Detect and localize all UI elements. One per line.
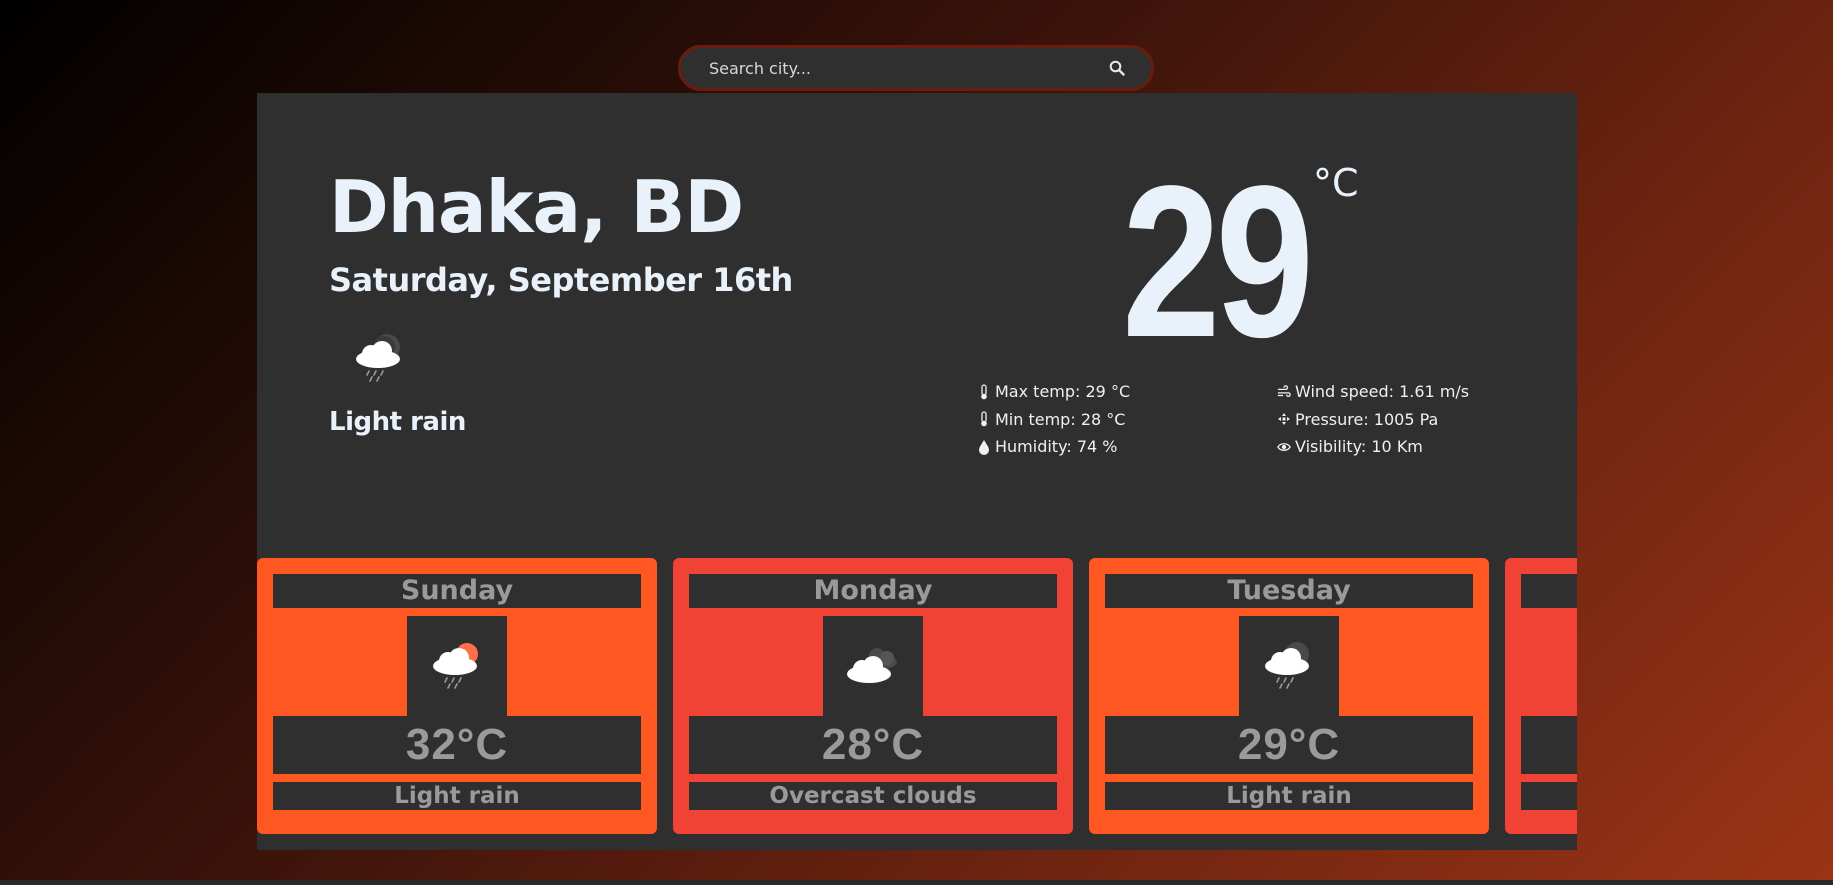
search-bar	[678, 45, 1154, 91]
visibility-stat: Visibility: 10 Km	[1277, 433, 1469, 461]
forecast-day-name	[1521, 574, 1577, 608]
humidity-stat: Humidity: 74 %	[977, 433, 1130, 461]
max-temp-stat: Max temp: 29 °C	[977, 378, 1130, 406]
overcast-clouds-icon	[841, 634, 905, 698]
forecast-day-name: Sunday	[273, 574, 641, 608]
pressure-stat: Pressure: 1005 Pa	[1277, 406, 1469, 434]
forecast-temp	[1521, 716, 1577, 774]
forecast-day-name: Monday	[689, 574, 1057, 608]
stats-right: Wind speed: 1.61 m/s Pressure: 1005 Pa V…	[1277, 378, 1469, 461]
stat-text: Humidity: 74 %	[995, 437, 1118, 457]
forecast-desc	[1521, 782, 1577, 810]
forecast-icon-box	[1239, 616, 1339, 716]
forecast-temp: 32°C	[273, 716, 641, 774]
forecast-desc: Light rain	[273, 782, 641, 810]
cloud-rain-moon-icon	[349, 327, 409, 387]
current-condition: Light rain	[329, 407, 466, 437]
forecast-strip[interactable]: Sunday 32°C Light rain Monday 28°C Overc…	[257, 510, 1577, 850]
stat-text: Wind speed: 1.61 m/s	[1295, 382, 1470, 402]
forecast-card-monday[interactable]: Monday 28°C Overcast clouds	[673, 558, 1073, 834]
cloud-rain-sun-icon	[427, 634, 487, 698]
forecast-icon-box	[407, 616, 507, 716]
city-name: Dhaka, BD	[329, 165, 744, 249]
droplet-icon	[977, 439, 991, 455]
forecast-temp: 29°C	[1105, 716, 1473, 774]
wind-icon	[1277, 384, 1291, 400]
current-date: Saturday, September 16th	[329, 261, 793, 299]
current-weather-card: Dhaka, BD Saturday, September 16th Light…	[257, 93, 1577, 510]
eye-icon	[1277, 439, 1291, 455]
stat-text: Pressure: 1005 Pa	[1295, 409, 1439, 429]
stat-text: Max temp: 29 °C	[995, 382, 1131, 402]
min-temp-stat: Min temp: 28 °C	[977, 406, 1130, 434]
forecast-icon-box	[823, 616, 923, 716]
bottom-strip	[0, 880, 1833, 885]
wind-speed-stat: Wind speed: 1.61 m/s	[1277, 378, 1469, 406]
cloud-rain-moon-icon	[1259, 634, 1319, 698]
thermometer-icon	[977, 384, 991, 400]
search-icon[interactable]	[1105, 56, 1129, 80]
forecast-card-tuesday[interactable]: Tuesday 29°C Light rain	[1089, 558, 1489, 834]
stat-text: Min temp: 28 °C	[995, 409, 1126, 429]
forecast-card-partial[interactable]	[1505, 558, 1577, 834]
pressure-icon	[1277, 411, 1291, 427]
forecast-temp: 28°C	[689, 716, 1057, 774]
forecast-card-sunday[interactable]: Sunday 32°C Light rain	[257, 558, 657, 834]
forecast-day-name: Tuesday	[1105, 574, 1473, 608]
forecast-desc: Overcast clouds	[689, 782, 1057, 810]
forecast-desc: Light rain	[1105, 782, 1473, 810]
thermometer-icon	[977, 411, 991, 427]
stat-text: Visibility: 10 Km	[1295, 437, 1423, 457]
current-temperature: 29	[1122, 140, 1314, 382]
stats-left: Max temp: 29 °C Min temp: 28 °C Humidity…	[977, 378, 1130, 461]
temperature-unit: °C	[1313, 161, 1359, 205]
search-input[interactable]	[709, 58, 1105, 78]
